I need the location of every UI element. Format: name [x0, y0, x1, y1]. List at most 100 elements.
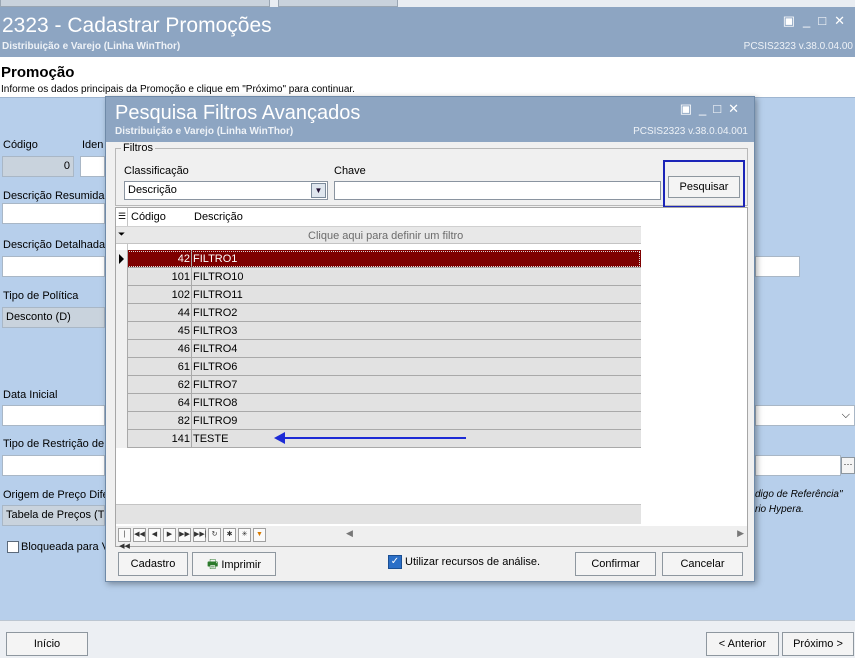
chevron-down-icon[interactable]: ⌵ [842, 409, 850, 421]
results-grid[interactable]: ☰ Código Descrição ⏷ Clique aqui para de… [115, 207, 748, 550]
cell-codigo[interactable]: 82 [128, 415, 190, 427]
table-row[interactable]: 45 FILTRO3 [116, 322, 641, 340]
inicio-button[interactable]: Início [6, 632, 88, 656]
bloqueada-label: Bloqueada para V [21, 541, 110, 553]
data-inicial-field[interactable] [2, 405, 105, 426]
cell-divider [191, 430, 192, 448]
column-chooser-icon[interactable]: ☰ [118, 211, 126, 222]
row-indicator [116, 286, 128, 304]
tipo-restricao-field[interactable] [2, 455, 105, 476]
next-record-icon[interactable]: ▶ [163, 528, 176, 542]
imprimir-button[interactable]: 🖶 Imprimir [192, 552, 276, 576]
origem-preco-field[interactable]: Tabela de Preços (T) [2, 505, 105, 526]
table-row[interactable]: 102 FILTRO11 [116, 286, 641, 304]
cell-codigo[interactable]: 64 [128, 397, 190, 409]
annotation-arrow-line [283, 437, 466, 439]
bloqueada-checkbox[interactable] [7, 541, 19, 553]
scroll-left-icon[interactable]: ◀ [346, 528, 353, 539]
cell-descricao[interactable]: FILTRO8 [193, 397, 237, 409]
refresh-icon[interactable]: ↻ [208, 528, 221, 542]
table-row[interactable]: 64 FILTRO8 [116, 394, 641, 412]
cell-descricao[interactable]: FILTRO4 [193, 343, 237, 355]
clear-asterisk-icon[interactable]: ✳ [238, 528, 251, 542]
restore-icon[interactable]: ▣ [783, 13, 803, 28]
cell-descricao[interactable]: FILTRO2 [193, 307, 237, 319]
table-row[interactable]: 141 TESTE [116, 430, 641, 448]
cadastro-button[interactable]: Cadastro [118, 552, 188, 576]
descricao-detalhada-field-right[interactable] [755, 256, 800, 277]
cell-descricao[interactable]: FILTRO10 [193, 271, 244, 283]
first-record-icon[interactable]: |◀◀ [118, 528, 131, 550]
window-tab[interactable] [278, 0, 398, 7]
cell-codigo[interactable]: 45 [128, 325, 190, 337]
main-window-controls[interactable]: ▣_□✕ [783, 13, 853, 29]
cancelar-button[interactable]: Cancelar [662, 552, 743, 576]
table-row[interactable]: 46 FILTRO4 [116, 340, 641, 358]
ellipsis-button[interactable]: ··· [841, 457, 855, 474]
analysis-checkbox[interactable]: ✓ [388, 555, 402, 569]
cell-descricao[interactable]: FILTRO11 [193, 289, 243, 301]
cell-descricao[interactable]: FILTRO1 [193, 253, 237, 265]
classificacao-select[interactable]: Descrição ▼ [124, 181, 328, 200]
close-icon[interactable]: ✕ [834, 13, 853, 28]
cell-descricao[interactable]: FILTRO7 [193, 379, 237, 391]
cell-codigo[interactable]: 42 [128, 253, 190, 265]
dropdown-arrow-icon[interactable]: ▼ [311, 183, 326, 198]
cell-codigo[interactable]: 44 [128, 307, 190, 319]
cell-codigo[interactable]: 101 [128, 271, 190, 283]
side-note-hypera: rio Hypera. [755, 504, 804, 515]
origem-preco-label: Origem de Preço Difer [3, 489, 113, 501]
asterisk-icon[interactable]: ✱ [223, 528, 236, 542]
table-row[interactable]: 61 FILTRO6 [116, 358, 641, 376]
column-header-codigo[interactable]: Código [131, 211, 166, 223]
close-icon[interactable]: ✕ [728, 101, 746, 116]
cell-codigo[interactable]: 102 [128, 289, 190, 301]
cell-descricao[interactable]: FILTRO6 [193, 361, 237, 373]
prev-record-icon[interactable]: ◀ [148, 528, 161, 542]
cell-descricao[interactable]: FILTRO3 [193, 325, 237, 337]
codigo-field[interactable]: 0 [2, 156, 74, 177]
prev-page-icon[interactable]: ◀◀ [133, 528, 146, 542]
cell-descricao[interactable]: TESTE [193, 433, 228, 445]
window-tab[interactable] [0, 0, 270, 7]
column-header-descricao[interactable]: Descrição [194, 211, 243, 223]
classificacao-label: Classificação [124, 165, 189, 177]
grid-filter-row[interactable]: ⏷ Clique aqui para definir um filtro [116, 226, 641, 244]
anterior-button[interactable]: < Anterior [706, 632, 779, 656]
cell-codigo[interactable]: 46 [128, 343, 190, 355]
descricao-resumida-field[interactable] [2, 203, 105, 224]
table-row[interactable]: 101 FILTRO10 [116, 268, 641, 286]
maximize-icon[interactable]: □ [818, 13, 834, 28]
next-page-icon[interactable]: ▶▶ [178, 528, 191, 542]
ident-field[interactable] [80, 156, 105, 177]
restore-icon[interactable]: ▣ [680, 101, 699, 116]
chave-input[interactable] [334, 181, 661, 200]
tipo-politica-field[interactable]: Desconto (D) [2, 307, 105, 328]
date-field-right[interactable]: ⌵ [755, 405, 855, 426]
scroll-right-icon[interactable]: ▶ [737, 528, 744, 539]
minimize-icon[interactable]: _ [803, 13, 818, 28]
table-row[interactable]: 62 FILTRO7 [116, 376, 641, 394]
last-record-icon[interactable]: ▶▶| [193, 528, 207, 542]
minimize-icon[interactable]: _ [699, 101, 713, 116]
cell-codigo[interactable]: 61 [128, 361, 190, 373]
filter-icon[interactable]: ▼ [253, 528, 266, 542]
tipo-restricao-field-right[interactable] [755, 455, 841, 476]
cell-codigo[interactable]: 141 [128, 433, 190, 445]
maximize-icon[interactable]: □ [713, 101, 728, 116]
cell-descricao[interactable]: FILTRO9 [193, 415, 237, 427]
table-row[interactable]: 42 FILTRO1 [116, 250, 641, 268]
proximo-button[interactable]: Próximo > [782, 632, 854, 656]
row-indicator [116, 250, 128, 268]
cell-divider [191, 268, 192, 286]
descricao-detalhada-field[interactable] [2, 256, 105, 277]
dialog-version: PCSIS2323 v.38.0.04.001 [633, 126, 748, 137]
pesquisar-button[interactable]: Pesquisar [668, 176, 740, 198]
table-row[interactable]: 44 FILTRO2 [116, 304, 641, 322]
horizontal-scrollbar[interactable]: ◀ ▶ [346, 528, 746, 542]
codigo-label: Código [3, 139, 38, 151]
dialog-window-controls[interactable]: ▣_□✕ [680, 101, 746, 117]
confirmar-button[interactable]: Confirmar [575, 552, 656, 576]
cell-codigo[interactable]: 62 [128, 379, 190, 391]
table-row[interactable]: 82 FILTRO9 [116, 412, 641, 430]
